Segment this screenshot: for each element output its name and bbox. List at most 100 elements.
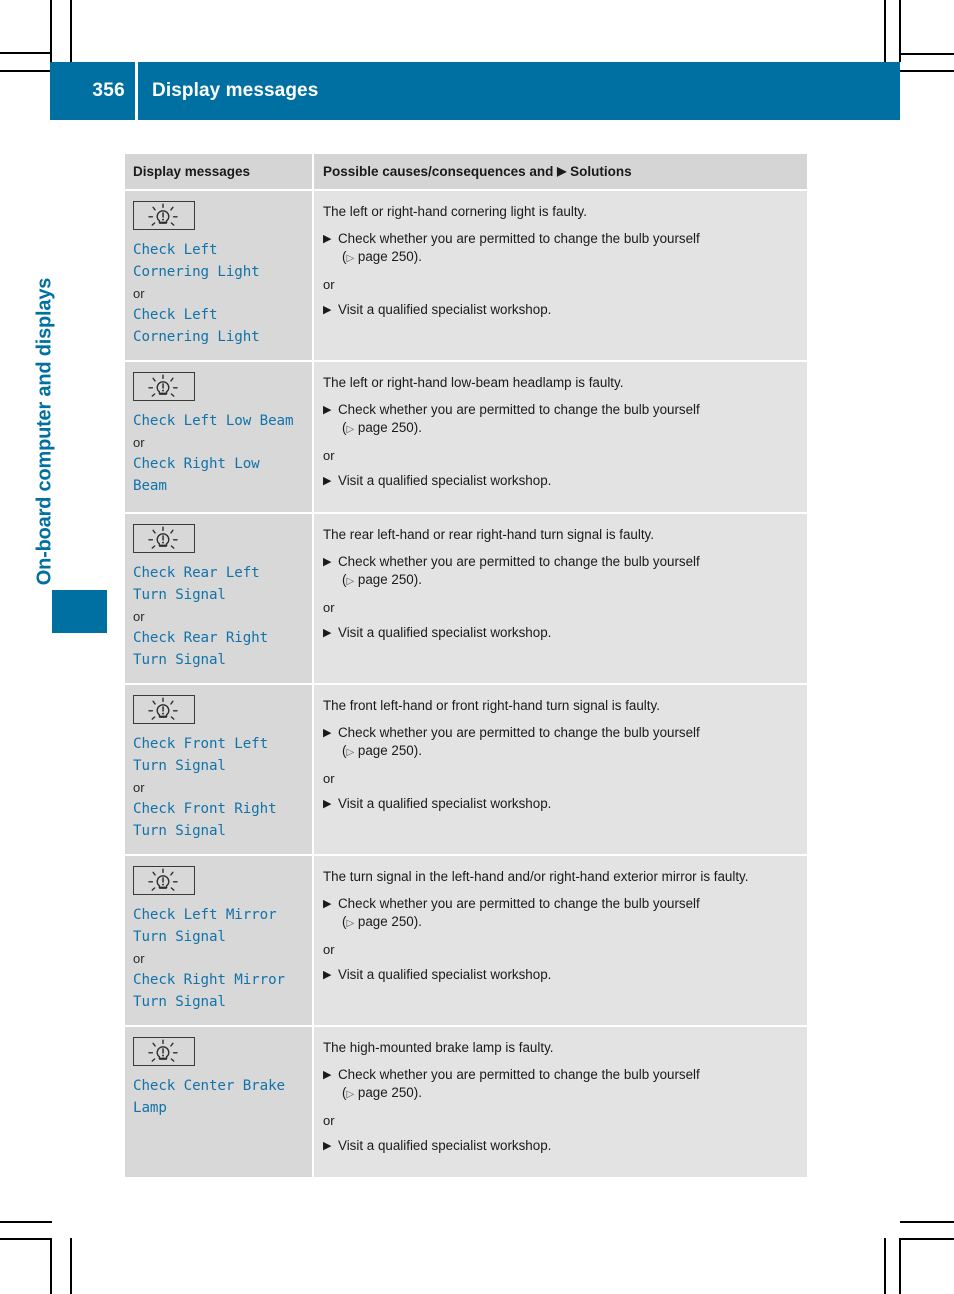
display-message-text: Check Front Left Turn Signal (133, 736, 269, 774)
solution-text: Visit a qualified specialist workshop. (338, 796, 552, 811)
column-header-display-messages: Display messages (125, 154, 313, 191)
table-row: Check Rear Left Turn Signal or Check Rear … (125, 513, 807, 685)
solution-text: Visit a qualified specialist workshop. (338, 1138, 552, 1153)
solution-triangle-icon: ▶ (323, 556, 332, 568)
column-header-causes-solutions: Possible causes/consequences and ▶ Solut… (312, 154, 807, 191)
bulb-warning-icon (133, 524, 195, 553)
crop-mark-top-left-vertical (50, 0, 52, 62)
display-message-text: Check Left Cornering Light (133, 242, 260, 280)
table-header-row: Display messages Possible causes/consequ… (125, 154, 807, 191)
solution-or-separator: or (323, 1113, 335, 1128)
page-reference[interactable]: (▷ page 250). (338, 419, 797, 439)
solution-text: Check whether you are permitted to chang… (338, 896, 700, 911)
display-message-cell: Check Front Left Turn Signal or Check Fron… (125, 684, 313, 856)
solution-text: Visit a qualified specialist workshop. (338, 473, 552, 488)
display-message-cell: Check Left Mirror Turn Signal or Check Rig… (125, 855, 313, 1027)
solution-or-separator: or (323, 277, 335, 292)
page-reference-text: page 250 (357, 743, 414, 758)
display-message-cell: Check Left Low Beam or Check Right Low Bea… (125, 361, 313, 514)
display-messages-table: Display messages Possible causes/consequ… (125, 154, 807, 1179)
crop-mark-top-right-horizontal-2 (900, 70, 954, 72)
crop-mark-bottom-left-vertical (50, 1238, 52, 1294)
page-reference[interactable]: (▷ page 250). (338, 248, 797, 268)
crop-mark-bottom-left-vertical-2 (70, 1238, 72, 1294)
causes-solutions-cell: The high-mounted brake lamp is faulty. ▶ C… (312, 1026, 807, 1179)
solution-or-separator: or (323, 942, 335, 957)
page-reference-triangle-icon: ▷ (346, 918, 355, 929)
bulb-warning-icon (133, 1037, 195, 1066)
solution-triangle-icon: ▶ (323, 1069, 332, 1081)
message-or-separator: or (133, 286, 145, 301)
page-reference-triangle-icon: ▷ (346, 253, 355, 264)
page-reference-text: page 250 (357, 572, 414, 587)
crop-mark-top-right-vertical (884, 0, 886, 62)
page-number: 356 (92, 80, 125, 101)
page-header-bar: 356 Display messages (50, 62, 900, 120)
solution-item: ▶ Visit a qualified specialist workshop. (323, 472, 797, 490)
solution-triangle-icon: ▶ (323, 304, 332, 316)
column-header-suffix: Solutions (570, 164, 632, 179)
page-reference-triangle-icon: ▷ (346, 424, 355, 435)
bulb-warning-icon (133, 695, 195, 724)
solution-item: ▶ Visit a qualified specialist workshop. (323, 1137, 797, 1155)
cause-text: The left or right-hand low-beam headlamp… (323, 375, 624, 390)
display-message-text: Check Left Cornering Light (133, 307, 260, 345)
page-reference[interactable]: (▷ page 250). (338, 571, 797, 591)
crop-mark-bottom-left-horizontal (0, 1221, 52, 1223)
page-reference[interactable]: (▷ page 250). (338, 1084, 797, 1104)
causes-solutions-cell: The front left-hand or front right-hand … (312, 684, 807, 856)
column-header-prefix: Possible causes/consequences and (323, 164, 554, 179)
page-reference-text: page 250 (357, 914, 414, 929)
solution-triangle-icon: ▶ (323, 969, 332, 981)
solution-item: ▶ Check whether you are permitted to chan… (323, 230, 797, 268)
solution-item: ▶ Check whether you are permitted to chan… (323, 553, 797, 591)
solution-or-separator: or (323, 600, 335, 615)
page-reference[interactable]: (▷ page 250). (338, 913, 797, 933)
page-reference-text: page 250 (357, 1085, 414, 1100)
crop-mark-bottom-right-horizontal (900, 1221, 954, 1223)
solution-triangle-icon: ▶ (323, 404, 332, 416)
crop-mark-top-right-horizontal (900, 53, 954, 55)
bulb-warning-icon (133, 372, 195, 401)
cause-text: The rear left-hand or rear right-hand tu… (323, 527, 654, 542)
crop-mark-bottom-right-vertical (884, 1238, 886, 1294)
solution-item: ▶ Check whether you are permitted to chan… (323, 1066, 797, 1104)
causes-solutions-cell: The left or right-hand cornering light i… (312, 190, 807, 362)
solution-text: Visit a qualified specialist workshop. (338, 967, 552, 982)
display-message-text: Check Left Low Beam (133, 413, 294, 429)
display-message-text: Check Right Mirror Turn Signal (133, 972, 285, 1010)
solution-triangle-icon: ▶ (323, 1140, 332, 1152)
display-message-cell: Check Center Brake Lamp (125, 1026, 313, 1179)
solution-item: ▶ Visit a qualified specialist workshop. (323, 301, 797, 319)
table-row: Check Left Cornering Light or Check Left C… (125, 190, 807, 362)
causes-solutions-cell: The left or right-hand low-beam headlamp… (312, 361, 807, 514)
solution-triangle-icon: ▶ (323, 898, 332, 910)
cause-text: The high-mounted brake lamp is faulty. (323, 1040, 554, 1055)
crop-mark-top-left-horizontal-2 (0, 70, 50, 72)
display-message-text: Check Left Mirror Turn Signal (133, 907, 277, 945)
page-reference-triangle-icon: ▷ (346, 747, 355, 758)
page-reference-text: page 250 (357, 420, 414, 435)
page-reference-triangle-icon: ▷ (346, 576, 355, 587)
crop-mark-top-left-vertical-2 (70, 0, 72, 62)
display-message-text: Check Rear Left Turn Signal (133, 565, 260, 603)
display-message-text: Check Front Right Turn Signal (133, 801, 277, 839)
solution-item: ▶ Check whether you are permitted to chan… (323, 401, 797, 439)
message-or-separator: or (133, 609, 145, 624)
crop-mark-bottom-right-vertical-2 (899, 1238, 901, 1294)
solution-text: Visit a qualified specialist workshop. (338, 625, 552, 640)
solution-text: Visit a qualified specialist workshop. (338, 302, 552, 317)
solution-text: Check whether you are permitted to chang… (338, 554, 700, 569)
crop-mark-top-left-horizontal (0, 52, 50, 54)
solution-text: Check whether you are permitted to chang… (338, 725, 700, 740)
solution-triangle-icon: ▶ (323, 627, 332, 639)
page-title: Display messages (152, 80, 319, 101)
cause-text: The left or right-hand cornering light i… (323, 204, 587, 219)
causes-solutions-cell: The rear left-hand or rear right-hand tu… (312, 513, 807, 685)
table-row: Check Front Left Turn Signal or Check Fron… (125, 684, 807, 856)
solution-item: ▶ Check whether you are permitted to chan… (323, 724, 797, 762)
cause-text: The turn signal in the left-hand and/or … (323, 869, 749, 884)
message-or-separator: or (133, 435, 145, 450)
page-reference[interactable]: (▷ page 250). (338, 742, 797, 762)
message-or-separator: or (133, 951, 145, 966)
